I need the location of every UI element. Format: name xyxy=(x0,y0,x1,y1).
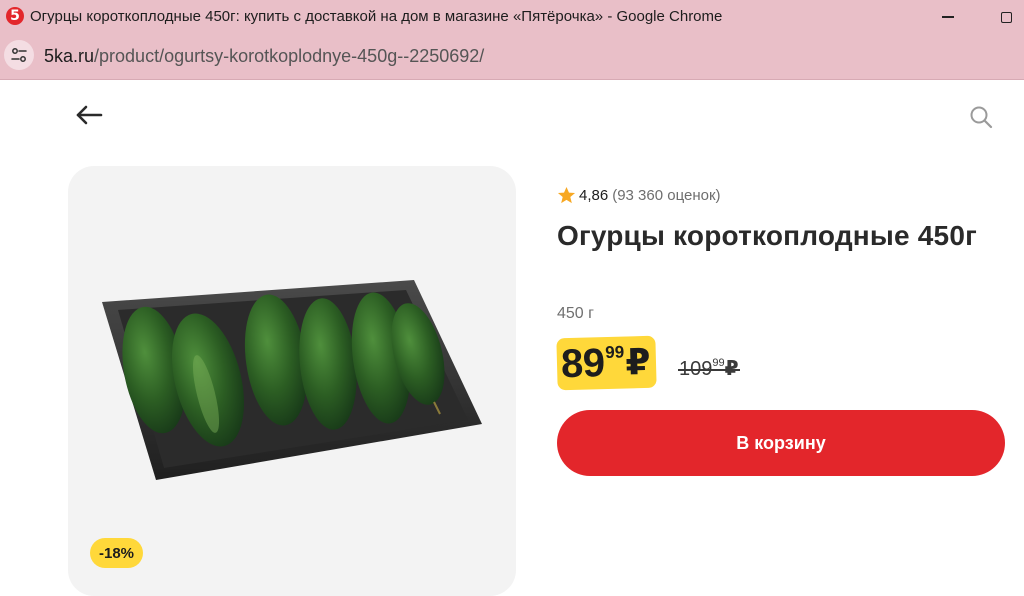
site-info-icon xyxy=(11,48,27,62)
product-image-card[interactable]: -18% xyxy=(68,166,516,596)
star-icon xyxy=(557,186,576,204)
rating-value: 4,86 xyxy=(579,187,609,204)
maximize-icon xyxy=(1000,11,1012,23)
search-button[interactable] xyxy=(966,102,996,132)
pyaterochka-favicon-icon: 5 xyxy=(6,7,24,25)
minimize-button[interactable] xyxy=(934,4,962,30)
minimize-icon xyxy=(942,16,954,18)
current-price: 89 99 ₽ xyxy=(556,335,658,391)
back-button[interactable] xyxy=(72,100,106,130)
url-field[interactable]: 5ka.ru/product/ogurtsy-korotkoplodnye-45… xyxy=(44,46,484,67)
search-icon xyxy=(970,106,993,129)
address-bar: 5ka.ru/product/ogurtsy-korotkoplodnye-45… xyxy=(0,34,1024,80)
url-host: 5ka.ru xyxy=(44,46,95,66)
old-price-kopecks: 99 xyxy=(712,357,725,369)
old-price-strikethrough xyxy=(678,369,740,371)
product-title: Огурцы короткоплодные 450г xyxy=(557,220,977,251)
rating-count: (93 360 оценок) xyxy=(612,187,721,204)
price-currency: ₽ xyxy=(624,340,651,383)
back-arrow-icon xyxy=(76,105,103,125)
price-kopecks: 99 xyxy=(604,342,625,363)
product-weight: 450 г xyxy=(557,305,594,322)
url-path: /product/ogurtsy-korotkoplodnye-450g--22… xyxy=(94,46,485,66)
site-info-button[interactable] xyxy=(4,40,34,70)
maximize-button[interactable] xyxy=(992,4,1020,30)
product-rating[interactable]: 4,86 (93 360 оценок) xyxy=(557,186,721,205)
price-rubles: 89 xyxy=(560,341,606,387)
add-to-cart-button[interactable]: В корзину xyxy=(557,410,1005,476)
product-image xyxy=(102,280,482,480)
window-title: Огурцы короткоплодные 450г: купить с дос… xyxy=(30,8,723,25)
old-price: 109 99 ₽ xyxy=(678,356,740,382)
discount-badge: -18% xyxy=(90,538,144,568)
window-titlebar: 5 Огурцы короткоплодные 450г: купить с д… xyxy=(0,0,1024,34)
